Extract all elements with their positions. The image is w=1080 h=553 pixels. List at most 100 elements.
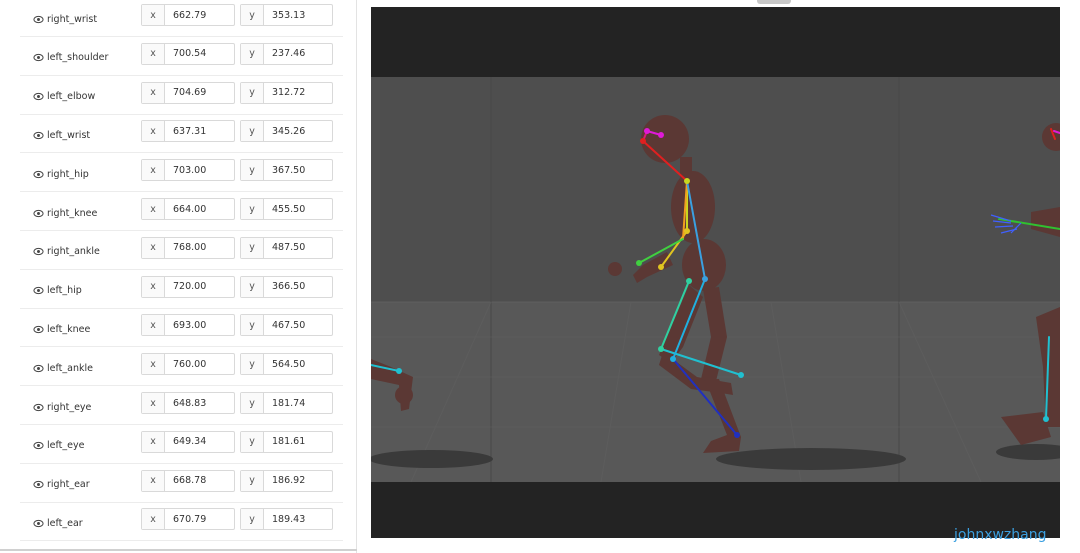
eye-icon[interactable] <box>33 363 44 374</box>
eye-icon[interactable] <box>33 169 44 180</box>
y-coordinate-field[interactable]: y 181.61 <box>240 430 333 453</box>
y-coordinate-field[interactable]: y 345.26 <box>240 120 333 143</box>
keypoint-label[interactable]: right_wrist <box>33 12 97 26</box>
eye-icon[interactable] <box>33 52 44 63</box>
x-value[interactable]: 648.83 <box>165 393 234 413</box>
eye-icon[interactable] <box>33 324 44 335</box>
y-axis-label: y <box>241 509 264 530</box>
y-value[interactable]: 312.72 <box>264 83 332 103</box>
y-value[interactable]: 367.50 <box>264 160 332 180</box>
x-value[interactable]: 637.31 <box>165 121 234 141</box>
y-axis-label: y <box>241 82 264 103</box>
y-value[interactable]: 186.92 <box>264 471 332 491</box>
x-coordinate-field[interactable]: x 670.79 <box>141 508 235 531</box>
y-value[interactable]: 487.50 <box>264 238 332 258</box>
keypoint-name: left_ankle <box>47 362 93 374</box>
x-coordinate-field[interactable]: x 720.00 <box>141 275 235 298</box>
x-axis-label: x <box>142 121 165 142</box>
keypoint-label[interactable]: right_knee <box>33 206 97 220</box>
pose-canvas[interactable] <box>371 7 1060 538</box>
keypoint-label[interactable]: left_eye <box>33 439 84 453</box>
x-value[interactable]: 668.78 <box>165 471 234 491</box>
keypoint-label[interactable]: left_ankle <box>33 361 93 375</box>
x-value[interactable]: 703.00 <box>165 160 234 180</box>
x-coordinate-field[interactable]: x 760.00 <box>141 353 235 376</box>
keypoint-label[interactable]: left_knee <box>33 322 90 336</box>
eye-icon[interactable] <box>33 14 44 25</box>
y-value[interactable]: 353.13 <box>264 5 332 25</box>
x-value[interactable]: 760.00 <box>165 354 234 374</box>
x-coordinate-field[interactable]: x 649.34 <box>141 430 235 453</box>
keypoint-name: left_eye <box>47 440 85 452</box>
y-coordinate-field[interactable]: y 366.50 <box>240 275 333 298</box>
y-coordinate-field[interactable]: y 186.92 <box>240 469 333 492</box>
y-value[interactable]: 237.46 <box>264 44 332 64</box>
keypoint-row: left_ear x 670.79 y 189.43 <box>20 503 343 542</box>
panel-scrollbar-track[interactable] <box>0 549 357 551</box>
x-coordinate-field[interactable]: x 648.83 <box>141 392 235 414</box>
x-value[interactable]: 700.54 <box>165 44 234 64</box>
keypoint-name: left_elbow <box>47 91 96 103</box>
x-value[interactable]: 693.00 <box>165 315 234 335</box>
x-coordinate-field[interactable]: x 662.79 <box>141 4 235 26</box>
keypoint-label[interactable]: right_eye <box>33 400 91 414</box>
x-value[interactable]: 670.79 <box>165 509 234 529</box>
eye-icon[interactable] <box>33 246 44 257</box>
keypoint-label[interactable]: left_hip <box>33 284 82 298</box>
drag-handle[interactable] <box>757 0 791 4</box>
keypoint-label[interactable]: right_ankle <box>33 245 100 259</box>
keypoint-label[interactable]: right_hip <box>33 167 89 181</box>
x-coordinate-field[interactable]: x 637.31 <box>141 120 235 143</box>
y-axis-label: y <box>241 470 264 491</box>
keypoint-name: right_ear <box>47 479 90 491</box>
eye-icon[interactable] <box>33 402 44 413</box>
y-coordinate-field[interactable]: y 312.72 <box>240 81 333 104</box>
y-value[interactable]: 366.50 <box>264 277 332 297</box>
eye-icon[interactable] <box>33 91 44 102</box>
eye-icon[interactable] <box>33 440 44 451</box>
x-value[interactable]: 704.69 <box>165 83 234 103</box>
x-value[interactable]: 662.79 <box>165 5 234 25</box>
y-coordinate-field[interactable]: y 455.50 <box>240 198 333 220</box>
keypoint-name: right_wrist <box>47 13 98 25</box>
x-coordinate-field[interactable]: x 703.00 <box>141 159 235 182</box>
y-value[interactable]: 455.50 <box>264 199 332 219</box>
y-coordinate-field[interactable]: y 189.43 <box>240 508 333 531</box>
x-coordinate-field[interactable]: x 768.00 <box>141 236 235 259</box>
eye-icon[interactable] <box>33 518 44 529</box>
y-coordinate-field[interactable]: y 181.74 <box>240 392 333 414</box>
x-value[interactable]: 720.00 <box>165 277 234 297</box>
keypoint-row: right_ankle x 768.00 y 487.50 <box>20 232 343 270</box>
eye-icon[interactable] <box>33 285 44 296</box>
y-coordinate-field[interactable]: y 367.50 <box>240 159 333 182</box>
keypoint-label[interactable]: left_elbow <box>33 90 95 104</box>
y-value[interactable]: 181.61 <box>264 432 332 452</box>
x-coordinate-field[interactable]: x 668.78 <box>141 469 235 492</box>
x-value[interactable]: 664.00 <box>165 199 234 219</box>
y-axis-label: y <box>241 199 264 219</box>
y-coordinate-field[interactable]: y 467.50 <box>240 314 333 337</box>
y-coordinate-field[interactable]: y 564.50 <box>240 353 333 376</box>
x-coordinate-field[interactable]: x 664.00 <box>141 198 235 220</box>
x-value[interactable]: 768.00 <box>165 238 234 258</box>
keypoint-label[interactable]: right_ear <box>33 478 90 492</box>
y-value[interactable]: 564.50 <box>264 354 332 374</box>
eye-icon[interactable] <box>33 130 44 141</box>
y-value[interactable]: 181.74 <box>264 393 332 413</box>
eye-icon[interactable] <box>33 208 44 219</box>
keypoint-label[interactable]: left_shoulder <box>33 51 108 65</box>
y-value[interactable]: 345.26 <box>264 121 332 141</box>
keypoint-label[interactable]: left_wrist <box>33 128 90 142</box>
keypoint-label[interactable]: left_ear <box>33 516 83 530</box>
x-coordinate-field[interactable]: x 700.54 <box>141 42 235 65</box>
y-value[interactable]: 467.50 <box>264 315 332 335</box>
x-value[interactable]: 649.34 <box>165 432 234 452</box>
y-coordinate-field[interactable]: y 237.46 <box>240 42 333 65</box>
y-coordinate-field[interactable]: y 487.50 <box>240 236 333 259</box>
y-value[interactable]: 189.43 <box>264 509 332 529</box>
eye-icon[interactable] <box>33 479 44 490</box>
x-axis-label: x <box>142 393 165 413</box>
x-coordinate-field[interactable]: x 704.69 <box>141 81 235 104</box>
x-coordinate-field[interactable]: x 693.00 <box>141 314 235 337</box>
y-coordinate-field[interactable]: y 353.13 <box>240 4 333 26</box>
